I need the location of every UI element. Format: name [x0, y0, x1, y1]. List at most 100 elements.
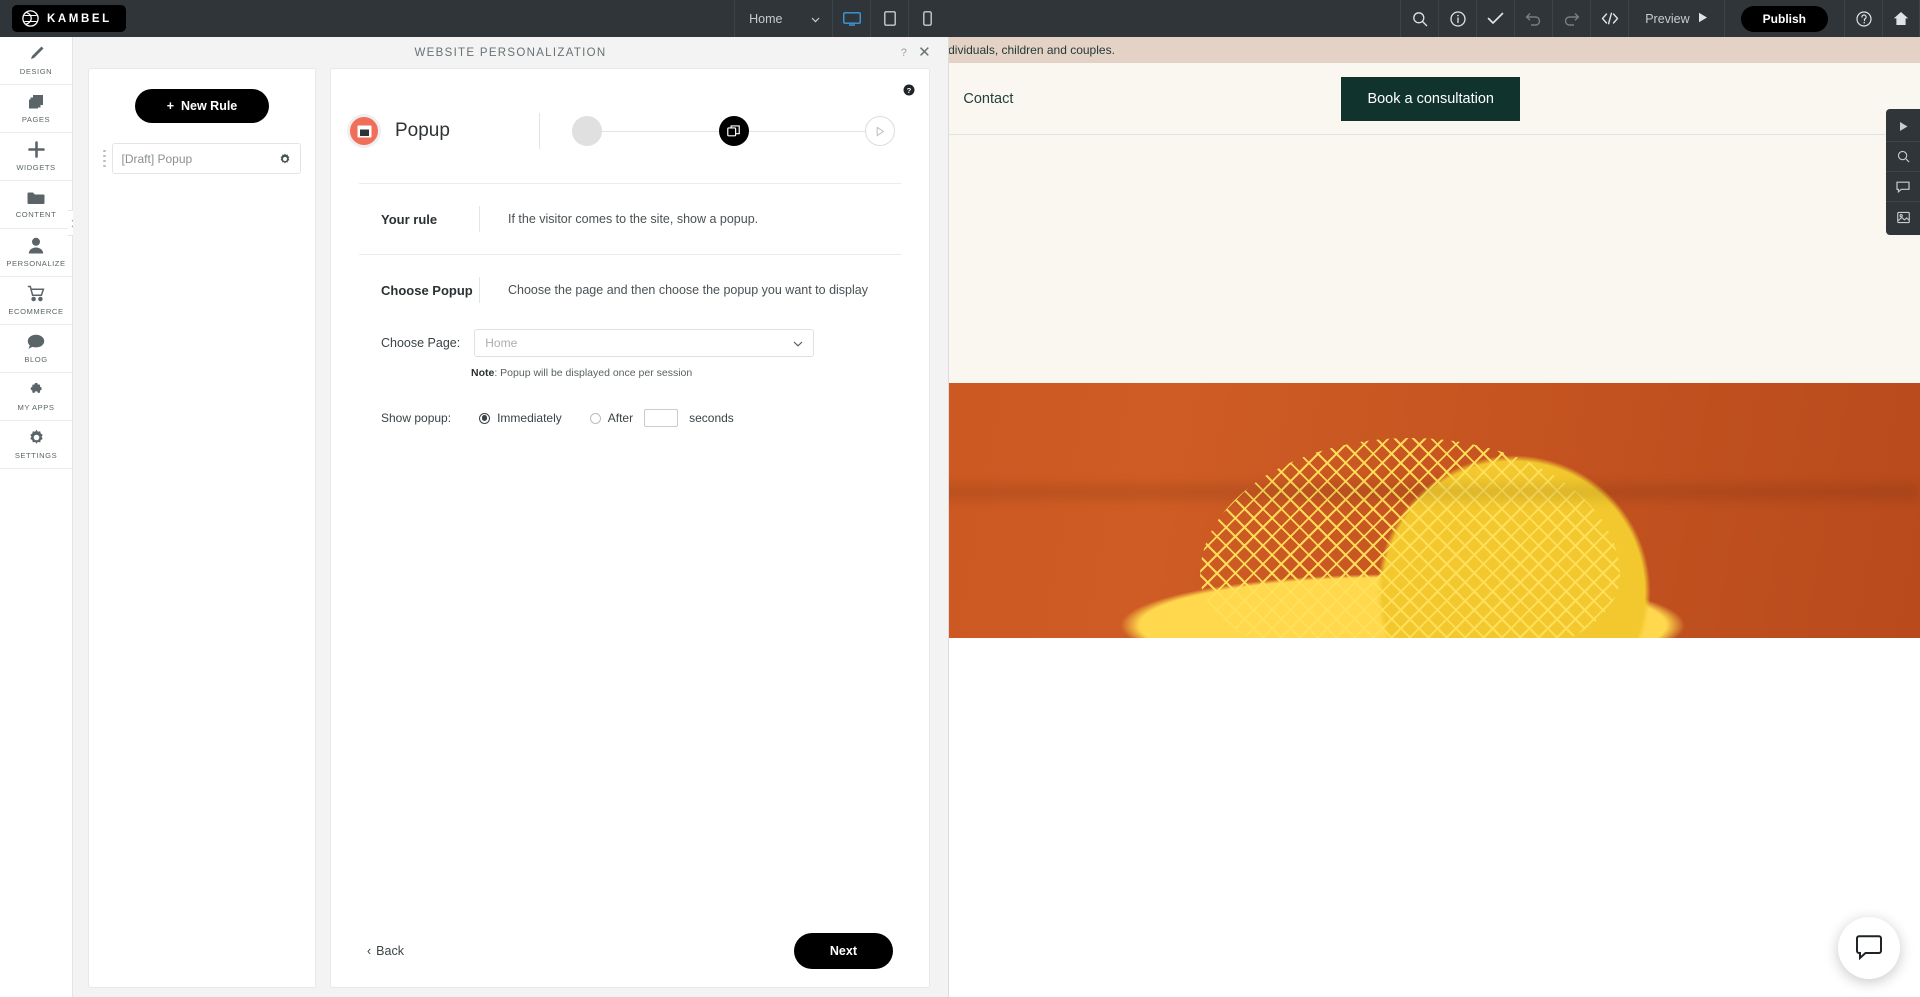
sidebar-label-widgets: WIDGETS: [16, 163, 56, 172]
rule-list-item: [Draft] Popup: [103, 143, 301, 174]
sidebar-item-my-apps[interactable]: MY APPS: [0, 373, 72, 421]
check-icon[interactable]: [1476, 0, 1514, 37]
pages-icon: [28, 94, 45, 110]
choose-page-value: Home: [485, 336, 518, 350]
top-toolbar: KAMBEL Home Preview Publish: [0, 0, 1920, 37]
seconds-label: seconds: [689, 411, 734, 425]
back-button[interactable]: ‹ Back: [367, 944, 404, 958]
choose-page-select[interactable]: Home: [474, 329, 815, 357]
sidebar-label-blog: BLOG: [24, 354, 48, 364]
wizard-header: Popup: [331, 69, 929, 149]
sidebar-item-widgets[interactable]: WIDGETS: [0, 133, 72, 181]
image-rail-icon[interactable]: [1886, 202, 1920, 232]
rules-panel: + New Rule [Draft] Popup: [88, 68, 316, 988]
new-rule-button[interactable]: + New Rule: [134, 89, 270, 123]
mobile-view-button[interactable]: [908, 0, 946, 37]
chevron-left-icon: ‹: [367, 944, 372, 958]
page-selector-label: Home: [749, 11, 783, 26]
undo-icon[interactable]: [1514, 0, 1552, 37]
page-selector[interactable]: Home: [734, 0, 832, 37]
step-1-dot[interactable]: [572, 116, 602, 146]
publish-button[interactable]: Publish: [1740, 5, 1828, 32]
preview-tool-rail: [1886, 109, 1920, 235]
wizard-row-choose-popup: Choose Popup Choose the page and then ch…: [359, 254, 901, 325]
drag-handle-icon[interactable]: [103, 149, 106, 168]
seconds-input[interactable]: [644, 409, 679, 427]
radio-after-label: After: [607, 411, 634, 425]
step-connector-2: [748, 130, 865, 132]
tablet-view-button[interactable]: [870, 0, 908, 37]
sidebar-item-blog[interactable]: BLOG: [0, 325, 72, 373]
overlay-title-bar: WEBSITE PERSONALIZATION ? ✕: [73, 37, 948, 68]
rule-box[interactable]: [Draft] Popup: [111, 143, 301, 174]
folder-icon: [27, 191, 45, 205]
new-rule-label: New Rule: [181, 99, 238, 113]
puzzle-icon: [27, 381, 45, 398]
step-2-dot[interactable]: [718, 116, 749, 146]
row-divider-2: [479, 277, 480, 303]
cart-icon: [27, 285, 45, 302]
close-icon[interactable]: ✕: [918, 45, 932, 60]
wizard-row-your-rule: Your rule If the visitor comes to the si…: [359, 183, 901, 254]
preview-button[interactable]: Preview: [1628, 0, 1723, 37]
step-3-dot[interactable]: [865, 116, 895, 146]
sidebar-item-design[interactable]: DESIGN: [0, 37, 72, 85]
overlay-help-icon[interactable]: ?: [901, 47, 908, 59]
code-icon[interactable]: [1590, 0, 1628, 37]
brand-logo-wrap: KAMBEL: [0, 0, 280, 37]
overlay-actions: ? ✕: [901, 45, 932, 60]
wizard-title: Popup: [395, 120, 450, 141]
site-nav-contact[interactable]: Contact: [963, 91, 1013, 107]
personalization-overlay: WEBSITE PERSONALIZATION ? ✕ + New Rule […: [73, 37, 949, 997]
choose-popup-label: Choose Popup: [381, 282, 473, 298]
choose-page-label: Choose Page:: [381, 336, 461, 350]
chat-icon: [27, 334, 45, 350]
sidebar-item-personalize[interactable]: PERSONALIZE: [0, 229, 72, 277]
chevron-down-icon: [811, 12, 820, 26]
sidebar-item-settings[interactable]: SETTINGS: [0, 421, 72, 469]
search-icon[interactable]: [1400, 0, 1438, 37]
brand-logo[interactable]: KAMBEL: [12, 5, 126, 32]
radio-after[interactable]: [589, 412, 601, 424]
chat-rail-icon[interactable]: [1886, 172, 1920, 202]
show-popup-row: Show popup: Immediately After seconds: [359, 409, 901, 427]
plus-icon: +: [166, 99, 175, 113]
overlay-body: + New Rule [Draft] Popup ? Popup Your ru…: [73, 68, 948, 988]
search-rail-icon[interactable]: [1886, 142, 1920, 172]
plus-icon: [27, 141, 45, 158]
popup-rule-wizard: ? Popup Your rule If the visitor comes t…: [330, 68, 930, 988]
info-icon[interactable]: [1438, 0, 1476, 37]
gear-icon[interactable]: [279, 153, 291, 165]
back-label: Back: [376, 944, 404, 958]
radio-immediately[interactable]: [479, 412, 491, 424]
wizard-rows: Your rule If the visitor comes to the si…: [331, 183, 929, 325]
sidebar-label-pages: PAGES: [21, 114, 51, 124]
sidebar-label-personalize: PERSONALIZE: [6, 259, 66, 268]
left-sidebar: DESIGN PAGES WIDGETS CONTENT PERSONALIZE…: [0, 37, 73, 997]
sidebar-label-settings: SETTINGS: [14, 451, 58, 460]
sidebar-label-ecommerce: ECOMMERCE: [8, 307, 64, 316]
sidebar-item-ecommerce[interactable]: ECOMMERCE: [0, 277, 72, 325]
preview-label: Preview: [1645, 11, 1690, 26]
desktop-view-button[interactable]: [832, 0, 870, 37]
show-popup-label: Show popup:: [381, 411, 452, 425]
choose-page-row: Choose Page: Home: [359, 329, 901, 357]
question-circle-icon[interactable]: [1844, 0, 1882, 37]
rule-name: [Draft] Popup: [121, 151, 193, 166]
sidebar-item-content[interactable]: CONTENT: [0, 181, 72, 229]
redo-icon[interactable]: [1552, 0, 1590, 37]
home-icon[interactable]: [1882, 0, 1920, 37]
wizard-help-icon[interactable]: ?: [903, 83, 915, 101]
publish-cell: Publish: [1723, 0, 1844, 37]
chevron-down-icon: [793, 334, 803, 352]
person-icon: [28, 237, 44, 254]
book-consultation-button[interactable]: Book a consultation: [1341, 76, 1520, 121]
note-text: : Popup will be displayed once per sessi…: [494, 367, 693, 379]
next-button[interactable]: Next: [793, 933, 893, 969]
brush-icon: [28, 45, 45, 62]
choose-popup-description: Choose the page and then choose the popu…: [508, 283, 868, 297]
play-icon[interactable]: [1886, 112, 1920, 142]
chat-bubble-icon[interactable]: [1838, 917, 1900, 979]
sidebar-item-pages[interactable]: PAGES: [0, 85, 72, 133]
